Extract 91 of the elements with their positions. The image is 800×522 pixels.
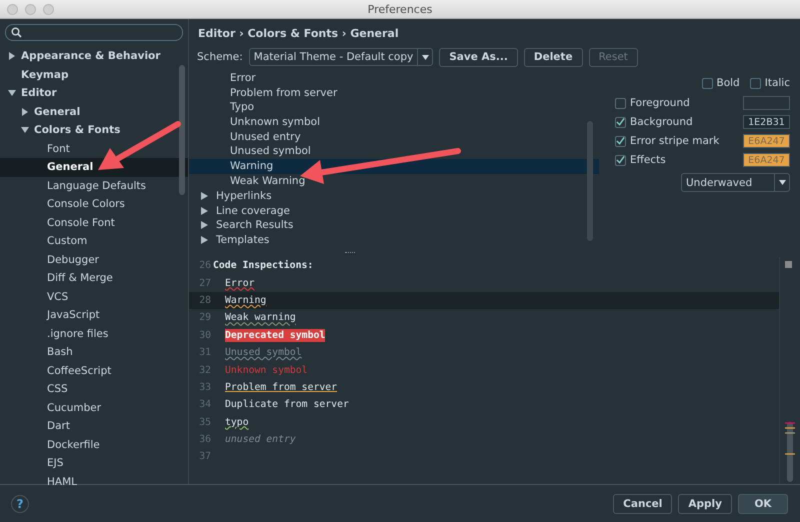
line-number: 30 xyxy=(198,330,212,341)
list-item[interactable]: Line coverage xyxy=(189,203,599,218)
checkbox-label: Background xyxy=(630,116,694,128)
checkbox[interactable] xyxy=(615,116,626,128)
tree-item[interactable]: General xyxy=(0,158,188,176)
list-item[interactable]: Templates xyxy=(189,232,599,248)
list-item[interactable]: Unknown symbol xyxy=(189,115,599,130)
code-text: Unused symbol xyxy=(225,347,302,358)
checkbox-label: Bold xyxy=(716,77,740,89)
code-text: Code Inspections: xyxy=(213,260,314,272)
tree-item[interactable]: Debugger xyxy=(0,250,188,269)
tree-item[interactable]: Appearance & Behavior xyxy=(0,47,188,66)
code-text: Error xyxy=(225,278,254,289)
scheme-button[interactable]: Save As... xyxy=(439,48,518,66)
list-item[interactable]: Weak Warning xyxy=(189,174,599,188)
line-number: 33 xyxy=(198,382,212,393)
code-text: unused entry xyxy=(225,434,296,446)
line-number: 35 xyxy=(198,416,212,428)
effect-dropdown[interactable]: Underwaved xyxy=(681,173,790,192)
tree-item[interactable]: Editor xyxy=(0,84,188,102)
tree-item[interactable]: HAML xyxy=(0,472,188,491)
tree-item[interactable]: Font xyxy=(0,140,188,158)
scrollbar[interactable] xyxy=(587,121,593,241)
scrollbar[interactable] xyxy=(179,65,185,195)
checkbox[interactable] xyxy=(615,154,626,166)
tree-item[interactable]: JavaScript xyxy=(0,306,188,324)
tree-item[interactable]: Custom xyxy=(0,232,188,250)
dialog-button[interactable]: OK xyxy=(738,494,788,514)
scheme-button[interactable]: Delete xyxy=(524,48,583,66)
tree-item[interactable]: Console Colors xyxy=(0,195,188,214)
list-item[interactable]: Problem from server xyxy=(189,86,599,100)
breadcrumb: Editor › Colors & Fonts › General xyxy=(197,26,400,42)
code-text: Problem from server xyxy=(225,382,338,393)
tree-item[interactable]: General xyxy=(0,102,188,121)
list-item[interactable]: Error xyxy=(189,71,599,86)
code-text: Duplicate from server xyxy=(225,399,349,410)
list-item[interactable]: Unused entry xyxy=(189,130,599,144)
line-number: 28 xyxy=(198,294,212,306)
tree-item[interactable]: Cucumber xyxy=(0,398,188,417)
tree-item[interactable]: Colors & Fonts xyxy=(0,121,188,140)
code-text: Weak warning xyxy=(225,312,296,324)
list-item[interactable]: Unused symbol xyxy=(189,144,599,160)
line-number: 34 xyxy=(198,399,212,410)
scheme-label: Scheme: xyxy=(197,51,243,63)
checkbox-label: Effects xyxy=(630,154,667,166)
code-text: typo xyxy=(225,416,249,428)
search-icon xyxy=(11,27,22,38)
code-text: Deprecated symbol xyxy=(225,328,326,342)
checkbox-label: Error stripe mark xyxy=(630,135,720,147)
tree-item[interactable]: CSS xyxy=(0,380,188,398)
line-number: 31 xyxy=(198,347,212,358)
line-number: 36 xyxy=(198,434,212,446)
checkbox-label: Foreground xyxy=(630,97,691,109)
tree-item[interactable]: Console Font xyxy=(0,214,188,232)
status-icon xyxy=(785,261,792,268)
tree-item[interactable]: Dart xyxy=(0,417,188,436)
caret-icon xyxy=(778,180,786,185)
caret-icon xyxy=(422,54,429,60)
error-stripe-drawing xyxy=(785,422,795,482)
tree-item[interactable]: EJS xyxy=(0,454,188,472)
splitter-handle[interactable] xyxy=(344,252,354,254)
color-field[interactable]: 1E2B31 xyxy=(743,115,790,129)
tree-item[interactable]: VCS xyxy=(0,288,188,306)
list-item[interactable]: Typo xyxy=(189,100,599,116)
tree-item[interactable]: Diff & Merge xyxy=(0,269,188,288)
tree-item[interactable]: .ignore files xyxy=(0,324,188,343)
search-field[interactable] xyxy=(5,24,183,41)
color-field[interactable] xyxy=(743,96,790,110)
tree-item[interactable]: Keymap xyxy=(0,66,188,84)
help-button[interactable]: ? xyxy=(11,494,29,512)
line-number: 29 xyxy=(198,312,212,324)
checkbox-label: Italic xyxy=(764,77,790,89)
list-item[interactable]: Hyperlinks xyxy=(189,188,599,204)
tree-item[interactable]: Language Defaults xyxy=(0,176,188,195)
dialog-button[interactable]: Cancel xyxy=(613,494,672,514)
window-title: Preferences xyxy=(368,2,432,16)
line-number: 37 xyxy=(198,451,212,462)
list-item[interactable]: Search Results xyxy=(189,218,599,233)
checkbox[interactable] xyxy=(750,78,761,88)
checkbox[interactable] xyxy=(615,98,626,108)
checkbox[interactable] xyxy=(615,136,626,146)
checkbox[interactable] xyxy=(702,78,713,88)
scheme-dropdown[interactable]: Material Theme - Default copy xyxy=(248,48,434,66)
dialog-button[interactable]: Apply xyxy=(678,494,732,514)
tree-item[interactable]: CoffeeScript xyxy=(0,362,188,380)
code-text: Warning xyxy=(225,294,266,306)
code-text: Unknown symbol xyxy=(225,364,308,376)
tree-item[interactable]: Bash xyxy=(0,343,188,362)
line-number: 32 xyxy=(198,364,212,376)
line-number: 27 xyxy=(198,278,212,289)
tree-item[interactable]: Dockerfile xyxy=(0,436,188,454)
